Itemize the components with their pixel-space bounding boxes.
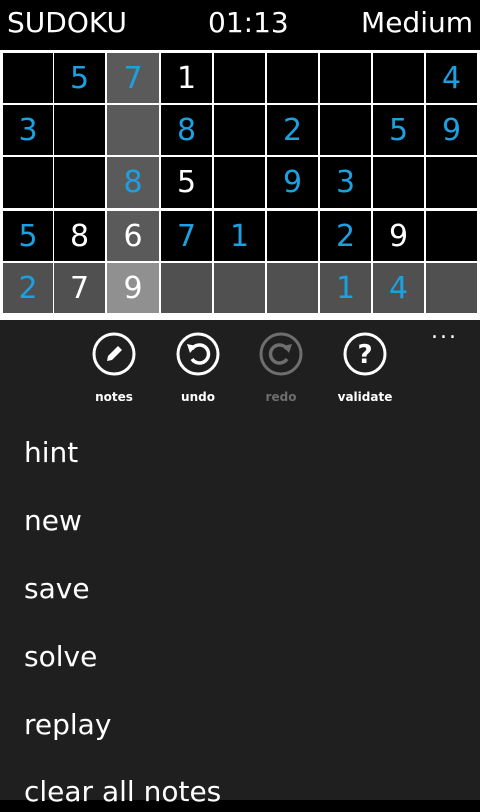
cell-r5-c1[interactable]: 2 [3,263,53,313]
cell-r3-c2[interactable] [54,157,105,208]
cell-r1-c8[interactable] [373,53,424,103]
cell-r4-c3[interactable]: 6 [107,211,159,261]
redo-icon [259,332,303,376]
validate-label: validate [337,390,393,404]
cell-r4-c4[interactable]: 7 [161,211,212,261]
cell-r5-c8[interactable]: 4 [373,263,424,313]
redo-label: redo [265,390,297,404]
more-options-icon[interactable]: ... [431,320,458,344]
cell-r3-c5[interactable] [214,157,265,208]
sudoku-board: 5714382598593586712927914 [0,50,480,320]
cell-r1-c7[interactable] [320,53,371,103]
cell-r4-c1[interactable]: 5 [3,211,53,261]
cell-r2-c9[interactable]: 9 [426,105,477,155]
cell-r5-c7[interactable]: 1 [320,263,371,313]
cell-r2-c3[interactable] [107,105,159,155]
cell-r1-c4[interactable]: 1 [161,53,212,103]
menu-item-clear-all-notes[interactable]: clear all notes [24,772,221,812]
menu-item-replay[interactable]: replay [24,705,111,745]
notes-button[interactable]: notes [74,332,154,412]
cell-r3-c1[interactable] [3,157,53,208]
undo-button[interactable]: undo [158,332,238,412]
undo-icon [176,332,220,376]
cell-r3-c6[interactable]: 9 [267,157,318,208]
cell-r2-c5[interactable] [214,105,265,155]
cell-r2-c4[interactable]: 8 [161,105,212,155]
cell-r1-c6[interactable] [267,53,318,103]
cell-r1-c5[interactable] [214,53,265,103]
cell-r5-c4[interactable] [161,263,212,313]
app-bar: ... notes undo redo ? validate hint new … [0,320,480,808]
cell-r3-c3[interactable]: 8 [107,157,159,208]
cell-r1-c3[interactable]: 7 [107,53,159,103]
menu-item-solve[interactable]: solve [24,637,97,677]
cell-r1-c1[interactable] [3,53,53,103]
cell-r4-c2[interactable]: 8 [54,211,105,261]
cell-r2-c8[interactable]: 5 [373,105,424,155]
timer: 01:13 [208,6,289,39]
cell-r1-c2[interactable]: 5 [54,53,105,103]
cell-r3-c4[interactable]: 5 [161,157,212,208]
redo-button[interactable]: redo [241,332,321,412]
validate-button[interactable]: ? validate [325,332,405,412]
title-bar: SUDOKU 01:13 Medium [0,0,480,48]
question-icon: ? [343,332,387,376]
cell-r1-c9[interactable]: 4 [426,53,477,103]
notes-label: notes [95,390,133,404]
cell-r3-c9[interactable] [426,157,477,208]
difficulty-label: Medium [361,6,473,39]
cell-r4-c5[interactable]: 1 [214,211,265,261]
cell-r4-c8[interactable]: 9 [373,211,424,261]
cell-r4-c7[interactable]: 2 [320,211,371,261]
app-title: SUDOKU [7,6,127,39]
cell-r5-c9[interactable] [426,263,477,313]
menu-item-new[interactable]: new [24,501,82,541]
svg-text:?: ? [357,340,372,370]
cell-r2-c6[interactable]: 2 [267,105,318,155]
cell-r3-c7[interactable]: 3 [320,157,371,208]
cell-r4-c6[interactable] [267,211,318,261]
pencil-icon [92,332,136,376]
cell-r2-c2[interactable] [54,105,105,155]
cell-r5-c3[interactable]: 9 [107,263,159,313]
cell-r2-c1[interactable]: 3 [3,105,53,155]
undo-label: undo [181,390,215,404]
cell-r5-c2[interactable]: 7 [54,263,105,313]
cell-r3-c8[interactable] [373,157,424,208]
cell-r5-c5[interactable] [214,263,265,313]
cell-r4-c9[interactable] [426,211,477,261]
menu-item-hint[interactable]: hint [24,433,78,473]
menu-item-save[interactable]: save [24,569,90,609]
cell-r5-c6[interactable] [267,263,318,313]
cell-r2-c7[interactable] [320,105,371,155]
